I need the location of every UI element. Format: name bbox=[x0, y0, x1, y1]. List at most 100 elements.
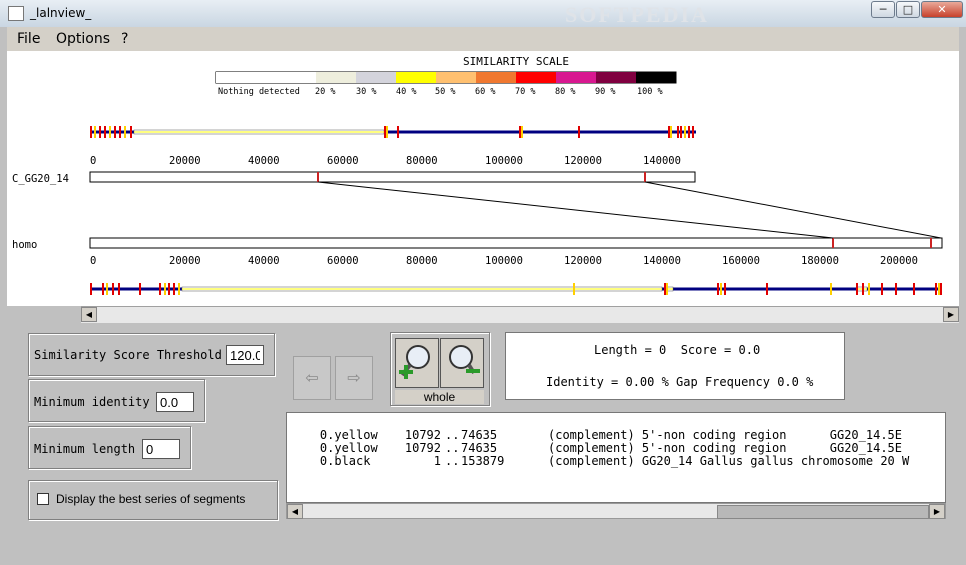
app-icon bbox=[8, 6, 24, 21]
segment-desc: (complement) 5'-non coding region GG20_1… bbox=[548, 428, 903, 442]
length-label: Minimum length bbox=[34, 442, 136, 456]
axis-tick-label: 120000 bbox=[564, 155, 602, 167]
forward-button[interactable]: ⇨ bbox=[335, 356, 373, 400]
threshold-input[interactable] bbox=[226, 345, 264, 365]
threshold-group: Similarity Score Threshold bbox=[28, 333, 275, 376]
canvas-horizontal-scrollbar[interactable]: ◀ ▶ bbox=[81, 306, 959, 323]
seq1-name: C_GG20_14 bbox=[12, 173, 69, 185]
best-series-group: Display the best series of segments bbox=[28, 480, 278, 520]
identity-gap-text: Identity = 0.00 % Gap Frequency 0.0 % bbox=[546, 375, 814, 389]
axis-tick-label: 140000 bbox=[643, 255, 681, 267]
axis-tick-label: 40000 bbox=[248, 155, 280, 167]
list-scroll-left-arrow[interactable]: ◀ bbox=[287, 504, 303, 519]
scale-swatch bbox=[436, 72, 476, 83]
alignment-canvas[interactable]: SIMILARITY SCALE Nothing detected 20 % 30 … bbox=[7, 51, 959, 306]
threshold-label: Similarity Score Threshold bbox=[34, 348, 222, 362]
scale-swatch bbox=[356, 72, 396, 83]
segment-start: 10792 bbox=[404, 428, 441, 442]
scroll-left-arrow[interactable]: ◀ bbox=[81, 307, 97, 322]
menu-bar: File Options ? bbox=[7, 27, 959, 51]
seq2-bar[interactable] bbox=[89, 237, 943, 249]
segment-desc: (complement) 5'-non coding region GG20_1… bbox=[548, 441, 903, 455]
bottom-overview-track bbox=[90, 283, 942, 295]
scale-label: 80 % bbox=[555, 87, 575, 97]
identity-input[interactable] bbox=[156, 392, 194, 412]
axis-tick-label: 200000 bbox=[880, 255, 918, 267]
alignment-link-b bbox=[644, 181, 942, 239]
identity-group: Minimum identity bbox=[28, 379, 205, 422]
window-title: _lalnview_ bbox=[30, 6, 92, 20]
maximize-button[interactable]: □ bbox=[896, 1, 920, 18]
length-score-text: Length = 0 Score = 0.0 bbox=[594, 343, 761, 357]
best-series-label: Display the best series of segments bbox=[56, 492, 246, 506]
whole-button[interactable]: whole bbox=[395, 390, 484, 404]
scroll-right-arrow[interactable]: ▶ bbox=[943, 307, 959, 322]
zoom-in-icon bbox=[399, 345, 430, 379]
alignment-info-box: Length = 0 Score = 0.0 Identity = 0.00 %… bbox=[505, 332, 845, 400]
title-bar: _lalnview_ SOFTPEDIA ─ □ ✕ bbox=[0, 0, 966, 27]
segment-row-3[interactable]: 0.black 1.. 153879 (complement) GG20_14 Gal… bbox=[291, 440, 909, 482]
list-scroll-thumb[interactable] bbox=[717, 505, 929, 519]
length-input[interactable] bbox=[142, 439, 180, 459]
scale-labels: Nothing detected 20 % 30 % 40 % 50 % 60 % 70 %… bbox=[218, 87, 663, 97]
segment-color: 0.black bbox=[319, 454, 371, 468]
axis-tick-label: 80000 bbox=[406, 155, 438, 167]
scale-title: SIMILARITY SCALE bbox=[463, 55, 569, 68]
axis-tick-label: 40000 bbox=[248, 255, 280, 267]
scale-label: 100 % bbox=[637, 87, 663, 97]
scale-label: 20 % bbox=[315, 87, 335, 97]
zoom-in-button[interactable] bbox=[395, 338, 439, 388]
menu-file[interactable]: File bbox=[17, 31, 40, 47]
scale-swatch bbox=[216, 72, 316, 83]
scale-label: Nothing detected bbox=[218, 87, 300, 97]
best-series-checkbox[interactable] bbox=[37, 493, 49, 505]
list-scroll-right-arrow[interactable]: ▶ bbox=[929, 504, 945, 519]
segment-list[interactable]: 0.yellow 10792.. 74635 (complement) 5'-non … bbox=[286, 412, 946, 503]
segment-start: 1 bbox=[433, 454, 441, 468]
axis-tick-label: 20000 bbox=[169, 255, 201, 267]
softpedia-watermark: SOFTPEDIA bbox=[565, 2, 709, 27]
axis-tick-label: 100000 bbox=[485, 255, 523, 267]
close-button[interactable]: ✕ bbox=[921, 1, 963, 18]
scale-swatch bbox=[396, 72, 436, 83]
menu-options[interactable]: Options bbox=[56, 31, 110, 47]
top-overview-track bbox=[90, 126, 696, 138]
scale-swatch bbox=[316, 72, 356, 83]
alignment-drawing: SIMILARITY SCALE Nothing detected 20 % 30 … bbox=[12, 55, 943, 295]
scale-label: 50 % bbox=[435, 87, 455, 97]
scale-swatch bbox=[596, 72, 636, 83]
list-horizontal-scrollbar[interactable]: ◀ ▶ bbox=[286, 503, 946, 519]
axis-tick-label: 20000 bbox=[169, 155, 201, 167]
axis-tick-label: 0 bbox=[90, 255, 96, 267]
back-button[interactable]: ⇦ bbox=[293, 356, 331, 400]
axis-tick-label: 140000 bbox=[643, 155, 681, 167]
minimize-button[interactable]: ─ bbox=[871, 1, 895, 18]
segment-desc: (complement) GG20_14 Gallus gallus chrom… bbox=[548, 454, 910, 468]
segment-start: 10792 bbox=[404, 441, 441, 455]
top-axis-ticks: 0 20000 40000 60000 80000 100000 120000 140000 bbox=[90, 155, 681, 167]
scale-label: 60 % bbox=[475, 87, 495, 97]
alignment-link-a bbox=[317, 181, 834, 239]
axis-tick-label: 60000 bbox=[327, 155, 359, 167]
length-group: Minimum length bbox=[28, 426, 191, 469]
scale-swatch bbox=[636, 72, 676, 83]
axis-tick-label: 60000 bbox=[327, 255, 359, 267]
seq2-name: homo bbox=[12, 239, 37, 251]
bottom-axis-ticks: 0 20000 40000 60000 80000 100000 120000 140000 1… bbox=[90, 255, 918, 267]
segment-end: 74635 bbox=[461, 428, 498, 442]
seq1-bar[interactable] bbox=[89, 171, 696, 183]
scale-label: 30 % bbox=[356, 87, 376, 97]
scale-swatch bbox=[556, 72, 596, 83]
segment-end: 74635 bbox=[461, 441, 498, 455]
axis-tick-label: 0 bbox=[90, 155, 96, 167]
identity-label: Minimum identity bbox=[34, 395, 150, 409]
scale-swatches bbox=[216, 72, 676, 83]
scale-swatch bbox=[476, 72, 516, 83]
scale-swatch bbox=[516, 72, 556, 83]
axis-tick-label: 180000 bbox=[801, 255, 839, 267]
scale-label: 40 % bbox=[396, 87, 416, 97]
menu-help[interactable]: ? bbox=[121, 31, 128, 47]
axis-tick-label: 80000 bbox=[406, 255, 438, 267]
zoom-out-button[interactable] bbox=[440, 338, 484, 388]
zoom-out-icon bbox=[449, 345, 480, 375]
